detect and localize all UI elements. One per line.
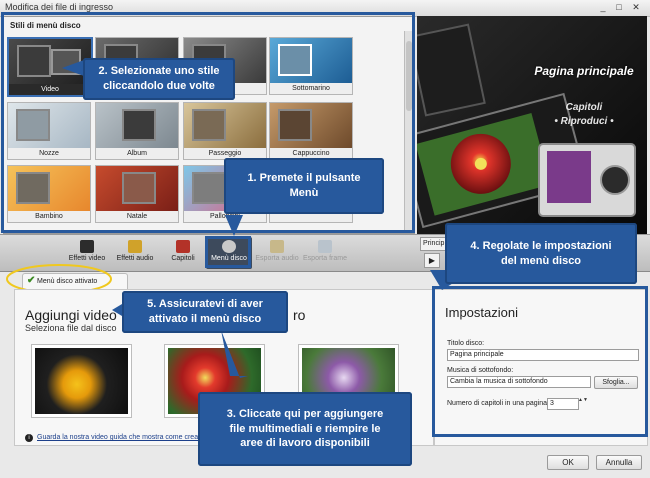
- callout-step-5: 5. Assicuratevi di aver attivato il menù…: [122, 291, 288, 333]
- callout-step-2: 2. Selezionate uno stile cliccandolo due…: [83, 58, 235, 100]
- callout-step-1: 1. Premete il pulsante Menù: [224, 158, 384, 214]
- callout-step-3: 3. Cliccate qui per aggiungere file mult…: [198, 392, 412, 466]
- callout-step-4: 4. Regolate le impostazioni del menù dis…: [445, 223, 637, 284]
